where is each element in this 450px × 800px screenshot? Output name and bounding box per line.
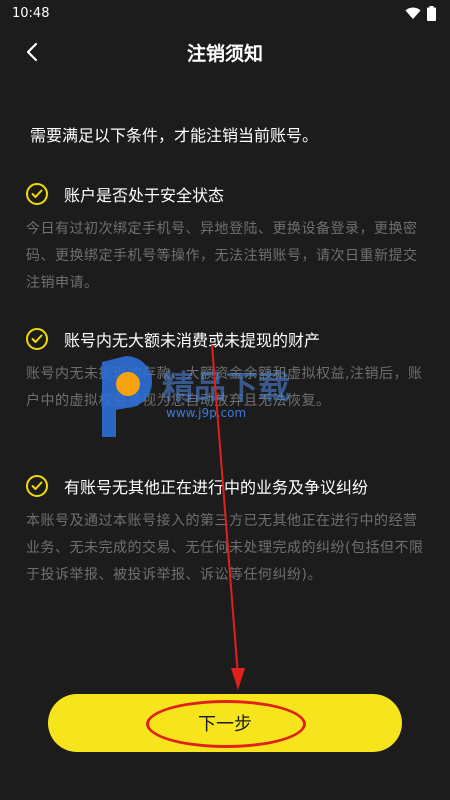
- back-button[interactable]: [18, 38, 46, 66]
- next-step-button[interactable]: 下一步: [48, 694, 402, 752]
- condition-title: 账号内无大额未消费或未提现的财产: [64, 331, 321, 350]
- condition-header: 有账号无其他正在进行中的业务及争议纠纷: [26, 472, 426, 500]
- chevron-left-icon: [26, 42, 38, 62]
- condition-assets: 账号内无大额未消费或未提现的财产 账号内无未提现的存款、大额资金余额和虚拟权益,…: [26, 325, 426, 415]
- condition-title: 有账号无其他正在进行中的业务及争议纠纷: [64, 478, 369, 497]
- status-bar: 10:48: [0, 0, 450, 26]
- condition-description: 本账号及通过本账号接入的第三方已无其他正在进行中的经营业务、无未完成的交易、无任…: [26, 513, 424, 583]
- condition-disputes: 有账号无其他正在进行中的业务及争议纠纷 本账号及通过本账号接入的第三方已无其他正…: [26, 472, 426, 589]
- check-circle-icon: [26, 328, 48, 350]
- check-circle-icon: [26, 475, 48, 497]
- next-step-label: 下一步: [198, 714, 252, 735]
- intro-text: 需要满足以下条件，才能注销当前账号。: [30, 126, 319, 145]
- status-time: 10:48: [12, 5, 50, 21]
- condition-header: 账号内无大额未消费或未提现的财产: [26, 325, 426, 353]
- condition-description: 今日有过初次绑定手机号、异地登陆、更换设备登录，更换密码、更换绑定手机号等操作，…: [26, 221, 418, 291]
- nav-bar: 注销须知: [0, 28, 450, 76]
- condition-safety: 账户是否处于安全状态 今日有过初次绑定手机号、异地登陆、更换设备登录，更换密码、…: [26, 180, 426, 297]
- condition-description: 账号内无未提现的存款、大额资金余额和虚拟权益,注销后，账户中的虚拟权益等视为您自…: [26, 366, 423, 409]
- check-circle-icon: [26, 183, 48, 205]
- status-icons: [405, 5, 436, 21]
- condition-header: 账户是否处于安全状态: [26, 180, 426, 208]
- condition-title: 账户是否处于安全状态: [64, 186, 225, 205]
- page-title: 注销须知: [186, 42, 263, 65]
- battery-icon: [427, 5, 436, 21]
- wifi-icon: [405, 7, 421, 19]
